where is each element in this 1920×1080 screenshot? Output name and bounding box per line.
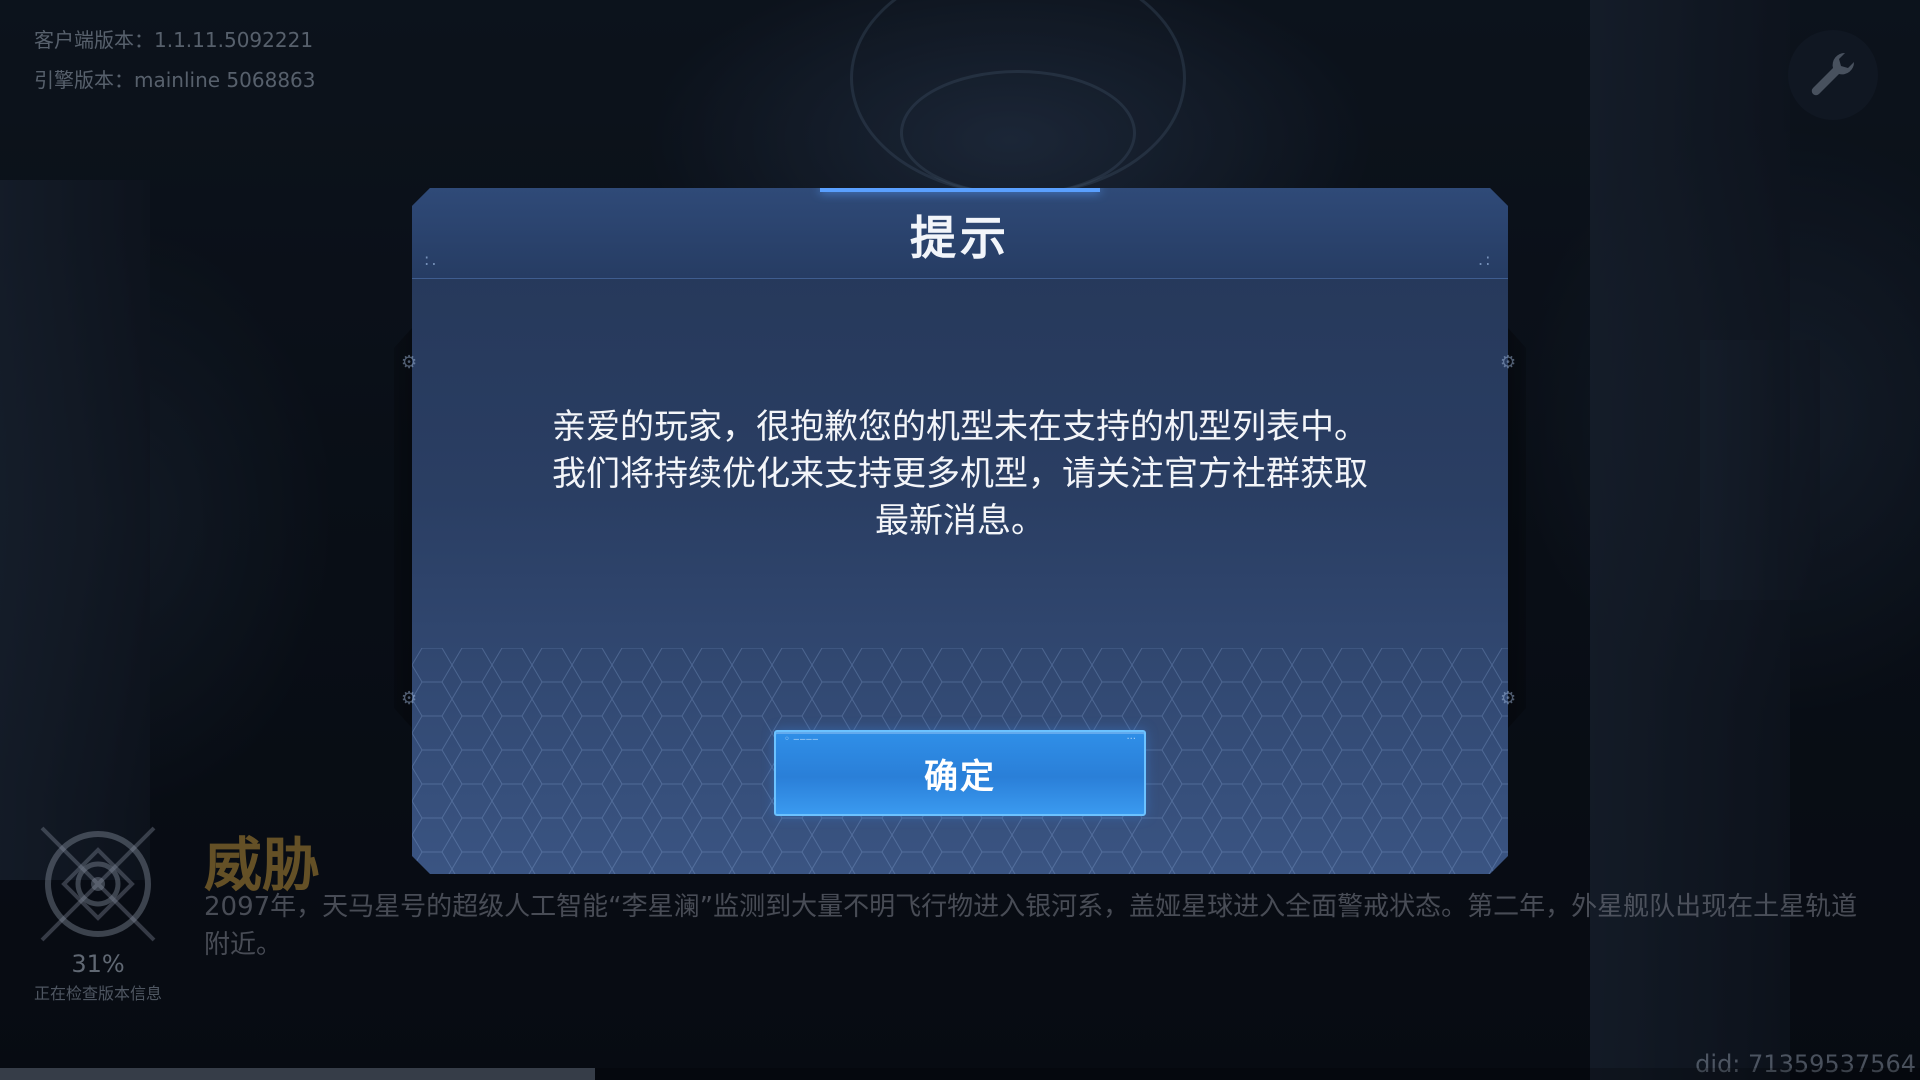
client-version-text: 客户端版本：1.1.11.5092221 (34, 28, 314, 52)
loading-progress-fill (0, 1068, 596, 1080)
corner-dots-icon: .: (1478, 250, 1493, 269)
engine-version-text: 引擎版本：mainline 5068863 (34, 68, 316, 92)
button-corner-mark-icon: ··· (1126, 734, 1136, 745)
dialog-header: 提示 (412, 188, 1508, 279)
confirm-button-label: 确定 (924, 756, 996, 797)
dialog-message: 亲爱的玩家，很抱歉您的机型未在支持的机型列表中。我们将持续优化来支持更多机型，请… (552, 407, 1368, 541)
dialog-title: 提示 (910, 211, 1010, 265)
dialog-side-gear-icon: ⚙ (401, 352, 418, 373)
notice-dialog: 提示 :. .: 亲爱的玩家，很抱歉您的机型未在支持的机型列表中。我们将持续优化… (412, 188, 1508, 874)
wrench-icon (1811, 52, 1855, 96)
game-loading-screen: 客户端版本：1.1.11.5092221 引擎版本：mainline 50688… (0, 0, 1920, 1080)
dialog-side-gear-icon: ⚙ (401, 688, 418, 709)
dialog-side-gear-icon: ⚙ (1500, 352, 1517, 373)
loading-percent: 31% (71, 950, 125, 978)
button-corner-mark-icon: ◦ ‒‒‒‒ (784, 734, 819, 745)
loading-status-text: 正在检查版本信息 (33, 984, 162, 1003)
loading-progress-bar (0, 1068, 1920, 1080)
header-glow-line (820, 188, 1100, 192)
repair-tool-button[interactable] (1788, 30, 1878, 120)
story-text: 2097年，天马星号的超级人工智能“李星澜”监测到大量不明飞行物进入银河系，盖娅… (204, 892, 1858, 960)
confirm-button[interactable]: ◦ ‒‒‒‒ ··· 确定 (774, 730, 1146, 816)
dialog-side-gear-icon: ⚙ (1500, 688, 1517, 709)
corner-dots-icon: :. (424, 250, 439, 269)
loading-emblem-icon (40, 826, 156, 942)
